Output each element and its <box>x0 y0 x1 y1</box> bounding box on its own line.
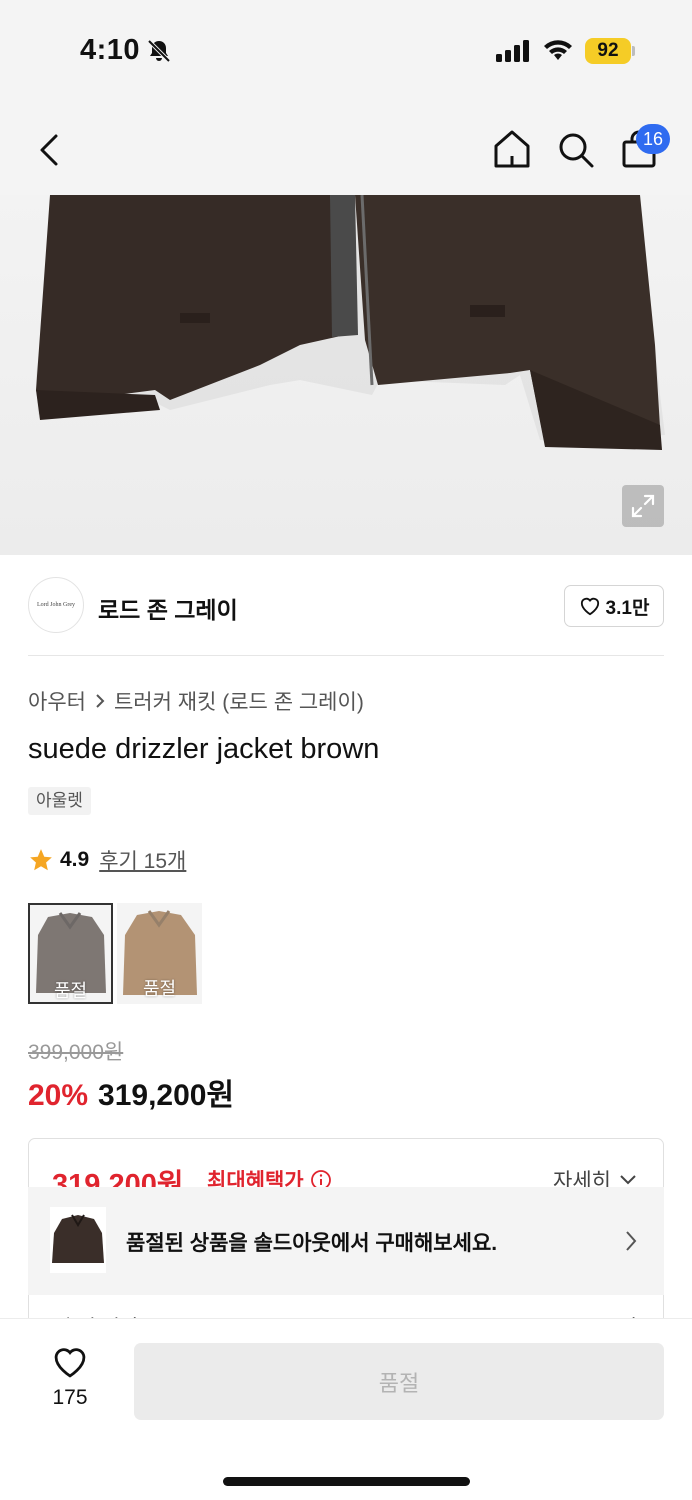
chevron-right-icon <box>626 1231 637 1251</box>
banner-thumbnail <box>50 1207 106 1273</box>
discount-rate: 20% <box>28 1079 89 1112</box>
color-option-camel[interactable]: 품절 <box>117 903 202 1004</box>
soldout-label: 품절 <box>53 981 88 1001</box>
expand-icon <box>631 494 655 518</box>
breadcrumb-subcategory[interactable]: 트러커 재킷 (로드 존 그레이) <box>114 686 364 716</box>
cellular-signal-icon <box>496 40 532 67</box>
soldout-banner[interactable]: 품절된 상품을 솔드아웃에서 구매해보세요. <box>28 1187 664 1295</box>
brand-row: Lord John Grey 로드 존 그레이 3.1만 <box>28 577 664 635</box>
bell-muted-icon <box>146 38 172 69</box>
wifi-icon <box>542 38 574 67</box>
chevron-down-icon <box>620 1175 636 1185</box>
heart-icon <box>580 597 599 616</box>
reviews-link[interactable]: 후기 15개 <box>99 845 186 875</box>
brand-logo[interactable]: Lord John Grey <box>28 577 84 633</box>
breadcrumb: 아우터 트러커 재킷 (로드 존 그레이) <box>28 686 364 716</box>
back-icon[interactable] <box>34 130 64 175</box>
status-bar: 4:10 92 <box>0 0 692 100</box>
battery-indicator: 92 <box>585 38 631 64</box>
brand-like-button[interactable]: 3.1만 <box>564 585 664 627</box>
rating-row: 4.9 후기 15개 <box>28 845 186 875</box>
banner-jacket-image <box>52 1214 104 1263</box>
top-nav: 16 <box>0 100 692 195</box>
star-icon <box>30 849 52 871</box>
sale-price-row: 20% 319,200원 <box>28 1070 234 1114</box>
divider <box>28 655 664 656</box>
original-price: 399,000원 <box>28 1041 124 1064</box>
color-options: 품절 품절 <box>28 903 202 1004</box>
home-indicator <box>223 1477 470 1486</box>
outlet-tag: 아울렛 <box>28 787 91 815</box>
brand-like-count: 3.1만 <box>605 597 650 619</box>
brand-name[interactable]: 로드 존 그레이 <box>98 591 238 625</box>
product-image[interactable] <box>0 195 692 555</box>
soldout-banner-message: 품절된 상품을 솔드아웃에서 구매해보세요. <box>126 1232 498 1255</box>
search-icon[interactable] <box>556 130 596 175</box>
sale-price: 319,200원 <box>98 1079 235 1112</box>
cart-count-badge: 16 <box>636 124 670 154</box>
battery-tip <box>632 46 635 56</box>
wishlist-button[interactable]: 175 <box>48 1345 92 1410</box>
rating-score: 4.9 <box>60 848 90 871</box>
chevron-right-icon <box>96 694 105 708</box>
expand-image-button[interactable] <box>622 485 664 527</box>
bottom-action-bar: 175 품절 <box>0 1318 692 1500</box>
status-time: 4:10 <box>80 34 141 66</box>
color-option-brown[interactable]: 품절 <box>28 903 113 1004</box>
jacket-photo <box>36 195 665 450</box>
soldout-label: 품절 <box>142 979 177 999</box>
heart-icon <box>54 1348 86 1378</box>
soldout-buy-button[interactable]: 품절 <box>134 1343 664 1420</box>
home-icon[interactable] <box>492 128 532 175</box>
breadcrumb-category[interactable]: 아우터 <box>28 686 86 716</box>
wishlist-count: 175 <box>52 1386 88 1409</box>
product-title: suede drizzler jacket brown <box>28 733 380 765</box>
